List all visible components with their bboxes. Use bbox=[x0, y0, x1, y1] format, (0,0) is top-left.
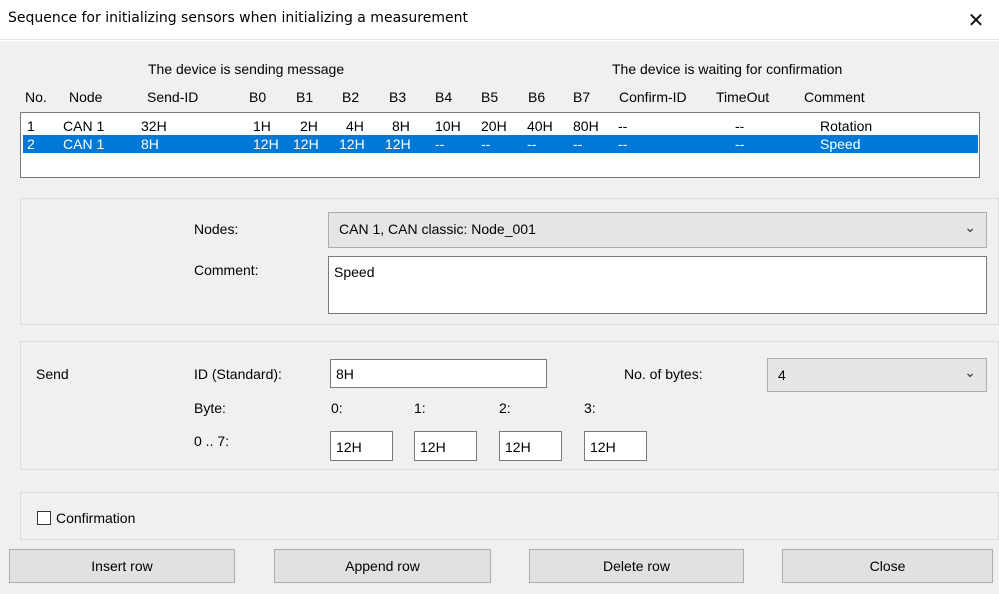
cell-b4: 10H bbox=[435, 118, 461, 134]
delete-row-button[interactable]: Delete row bbox=[529, 549, 744, 583]
cell-no: 1 bbox=[27, 118, 35, 134]
column-header-b0[interactable]: B0 bbox=[249, 89, 266, 105]
confirmation-label: Confirmation bbox=[56, 510, 136, 526]
column-header-b7[interactable]: B7 bbox=[573, 89, 590, 105]
column-header-comment[interactable]: Comment bbox=[804, 89, 865, 105]
cell-confirm-id: -- bbox=[618, 118, 628, 134]
group-header-waiting: The device is waiting for confirmation bbox=[612, 61, 843, 77]
cell-b7: -- bbox=[573, 136, 583, 152]
byte-index-3: 3: bbox=[584, 400, 596, 416]
send-id-field[interactable]: 8H bbox=[330, 359, 547, 388]
bytes-count-dropdown[interactable]: 4 ⌄ bbox=[767, 358, 987, 392]
table-row-selected[interactable]: 2 CAN 1 8H 12H 12H 12H 12H -- -- -- -- -… bbox=[23, 135, 978, 153]
byte-index-2: 2: bbox=[499, 400, 511, 416]
column-header-confirm-id[interactable]: Confirm-ID bbox=[619, 89, 687, 105]
byte-2-value: 12H bbox=[505, 439, 531, 455]
comment-field[interactable]: Speed bbox=[328, 256, 987, 314]
cell-b5: -- bbox=[481, 136, 491, 152]
comment-label: Comment: bbox=[194, 262, 259, 278]
send-title: Send bbox=[36, 366, 69, 382]
byte-range-label: 0 .. 7: bbox=[194, 433, 230, 449]
column-header-b6[interactable]: B6 bbox=[528, 89, 545, 105]
cell-node: CAN 1 bbox=[63, 118, 105, 134]
send-id-value: 8H bbox=[336, 366, 354, 382]
column-header-b5[interactable]: B5 bbox=[481, 89, 498, 105]
cell-b1: 2H bbox=[300, 118, 318, 134]
cell-send-id: 32H bbox=[141, 118, 167, 134]
cell-b2: 4H bbox=[346, 118, 364, 134]
cell-send-id: 8H bbox=[141, 136, 159, 152]
column-header-b2[interactable]: B2 bbox=[342, 89, 359, 105]
cell-no: 2 bbox=[27, 136, 35, 152]
cell-b1: 12H bbox=[293, 136, 319, 152]
cell-comment: Rotation bbox=[820, 118, 873, 134]
byte-3-field[interactable]: 12H bbox=[584, 431, 647, 461]
nodes-dropdown[interactable]: CAN 1, CAN classic: Node_001 ⌄ bbox=[328, 212, 987, 248]
cell-comment: Speed bbox=[820, 136, 861, 152]
comment-field-value: Speed bbox=[334, 264, 375, 280]
bytes-count-value: 4 bbox=[778, 367, 786, 383]
cell-timeout: -- bbox=[735, 118, 745, 134]
cell-b6: 40H bbox=[527, 118, 553, 134]
window-title: Sequence for initializing sensors when i… bbox=[8, 10, 468, 26]
cell-b2: 12H bbox=[339, 136, 365, 152]
byte-1-field[interactable]: 12H bbox=[414, 431, 477, 461]
cell-timeout: -- bbox=[735, 136, 745, 152]
cell-confirm-id: -- bbox=[618, 136, 628, 152]
cell-b7: 80H bbox=[573, 118, 599, 134]
column-header-b4[interactable]: B4 bbox=[435, 89, 452, 105]
column-header-no[interactable]: No. bbox=[25, 89, 47, 105]
confirmation-checkbox[interactable] bbox=[37, 511, 51, 525]
byte-3-value: 12H bbox=[590, 439, 616, 455]
column-header-send-id[interactable]: Send-ID bbox=[147, 89, 198, 105]
byte-2-field[interactable]: 12H bbox=[499, 431, 562, 461]
cell-b6: -- bbox=[527, 136, 537, 152]
sequence-list[interactable]: 1 CAN 1 32H 1H 2H 4H 8H 10H 20H 40H 80H … bbox=[20, 112, 980, 178]
column-header-node[interactable]: Node bbox=[69, 89, 102, 105]
group-header-sending: The device is sending message bbox=[148, 61, 345, 77]
cell-b0: 1H bbox=[253, 118, 271, 134]
table-row[interactable]: 1 CAN 1 32H 1H 2H 4H 8H 10H 20H 40H 80H … bbox=[23, 117, 978, 135]
insert-row-button[interactable]: Insert row bbox=[9, 549, 235, 583]
cell-b0: 12H bbox=[253, 136, 279, 152]
column-header-b3[interactable]: B3 bbox=[389, 89, 406, 105]
column-header-timeout[interactable]: TimeOut bbox=[716, 89, 769, 105]
byte-0-value: 12H bbox=[336, 439, 362, 455]
nodes-dropdown-value: CAN 1, CAN classic: Node_001 bbox=[339, 221, 536, 237]
append-row-button[interactable]: Append row bbox=[274, 549, 491, 583]
id-standard-label: ID (Standard): bbox=[194, 366, 282, 382]
cell-node: CAN 1 bbox=[63, 136, 105, 152]
confirmation-group bbox=[20, 492, 999, 540]
byte-1-value: 12H bbox=[420, 439, 446, 455]
nodes-label: Nodes: bbox=[194, 221, 239, 237]
chevron-down-icon: ⌄ bbox=[964, 220, 976, 236]
title-bar: Sequence for initializing sensors when i… bbox=[0, 0, 999, 40]
byte-index-1: 1: bbox=[414, 400, 426, 416]
cell-b3: 12H bbox=[385, 136, 411, 152]
close-button[interactable]: Close bbox=[782, 549, 993, 583]
chevron-down-icon: ⌄ bbox=[964, 365, 976, 381]
byte-index-0: 0: bbox=[331, 400, 343, 416]
byte-label: Byte: bbox=[194, 400, 226, 416]
cell-b3: 8H bbox=[392, 118, 410, 134]
byte-0-field[interactable]: 12H bbox=[330, 431, 393, 461]
cell-b5: 20H bbox=[481, 118, 507, 134]
bytes-count-label: No. of bytes: bbox=[624, 366, 703, 382]
cell-b4: -- bbox=[435, 136, 445, 152]
column-header-b1[interactable]: B1 bbox=[296, 89, 313, 105]
close-icon[interactable]: ✕ bbox=[953, 0, 999, 40]
